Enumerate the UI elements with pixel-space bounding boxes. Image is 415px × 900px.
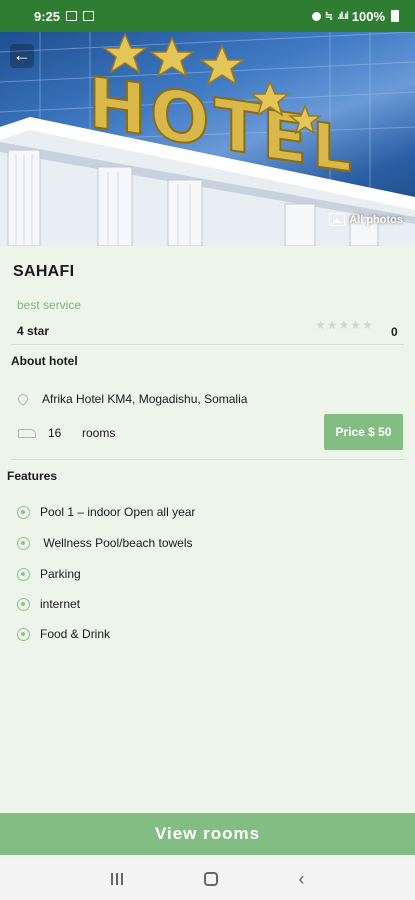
star-icon: ★ (338, 318, 350, 332)
star-icon: ★ (362, 318, 373, 332)
rating-count: 0 (391, 325, 398, 339)
star-icon: ★ (326, 318, 338, 332)
feature-bullet-icon (17, 536, 30, 550)
status-bar: 9:25 ≒ .ıl.ıl 100% (0, 0, 415, 32)
wifi-signal-icon: ≒ (324, 10, 334, 22)
feature-bullet-icon (17, 597, 30, 611)
svg-text:O: O (150, 72, 210, 162)
star-icon: ★ (315, 318, 326, 332)
back-button[interactable]: ← (10, 44, 34, 68)
feature-label: Food & Drink (40, 627, 111, 641)
bed-icon (18, 428, 36, 438)
back-nav-button[interactable]: ‹ (299, 869, 305, 890)
battery-icon (391, 10, 399, 22)
rating-stars: ★ ★ ★ ★ ★ (315, 318, 373, 332)
gallery-notification-icon (66, 11, 78, 21)
all-photos-button[interactable]: All photos (329, 213, 403, 226)
hotel-tagline: best service (17, 298, 82, 312)
photo-gallery-icon (329, 213, 346, 226)
feature-item: Pool 1 – indoor Open all year (17, 505, 195, 519)
recent-apps-button[interactable] (110, 873, 123, 885)
feature-item: Food & Drink (17, 627, 110, 641)
feature-label: Wellness Pool/beach towels (40, 536, 193, 550)
all-photos-label: All photos (349, 213, 403, 226)
home-button[interactable] (203, 872, 218, 886)
feature-label: Pool 1 – indoor Open all year (40, 505, 196, 519)
location-pin-icon (15, 391, 31, 407)
about-hotel-title: About hotel (11, 354, 78, 368)
hotel-name: SAHAFI (13, 263, 75, 280)
feature-bullet-icon (17, 567, 30, 581)
hotel-address: Afrika Hotel KM4, Mogadishu, Somalia (42, 392, 248, 406)
cell-signal-icon: .ıl.ıl (337, 10, 349, 22)
message-notification-icon (83, 11, 95, 21)
svg-text:H: H (88, 62, 147, 152)
hotel-star-class: 4 star (17, 324, 50, 338)
status-right: ≒ .ıl.ıl 100% (311, 8, 399, 24)
feature-bullet-icon (17, 627, 30, 641)
hotel-address-row: Afrika Hotel KM4, Mogadishu, Somalia (15, 391, 248, 407)
status-time: 9:25 (34, 8, 61, 24)
features-title: Features (7, 469, 58, 483)
feature-label: Parking (40, 567, 81, 581)
price-button[interactable]: Price $ 50 (324, 414, 403, 450)
rooms-label: rooms (82, 426, 116, 440)
alarm-icon (311, 11, 321, 21)
feature-item: internet (17, 597, 80, 611)
svg-text:L: L (312, 108, 352, 186)
view-rooms-button[interactable]: View rooms (0, 813, 415, 855)
feature-item: Wellness Pool/beach towels (17, 536, 193, 550)
battery-percent: 100% (351, 8, 385, 24)
rooms-row: 16 rooms (18, 426, 115, 440)
feature-label: internet (40, 597, 81, 611)
system-navigation-bar: ‹ (0, 858, 415, 900)
status-left: 9:25 (34, 8, 95, 24)
divider (11, 459, 404, 460)
star-icon: ★ (350, 318, 362, 332)
divider (11, 344, 404, 345)
feature-item: Parking (17, 567, 81, 581)
hotel-hero-image[interactable]: H O T E L ← All photos (0, 32, 415, 246)
rooms-count: 16 (48, 426, 62, 440)
feature-bullet-icon (17, 505, 30, 519)
